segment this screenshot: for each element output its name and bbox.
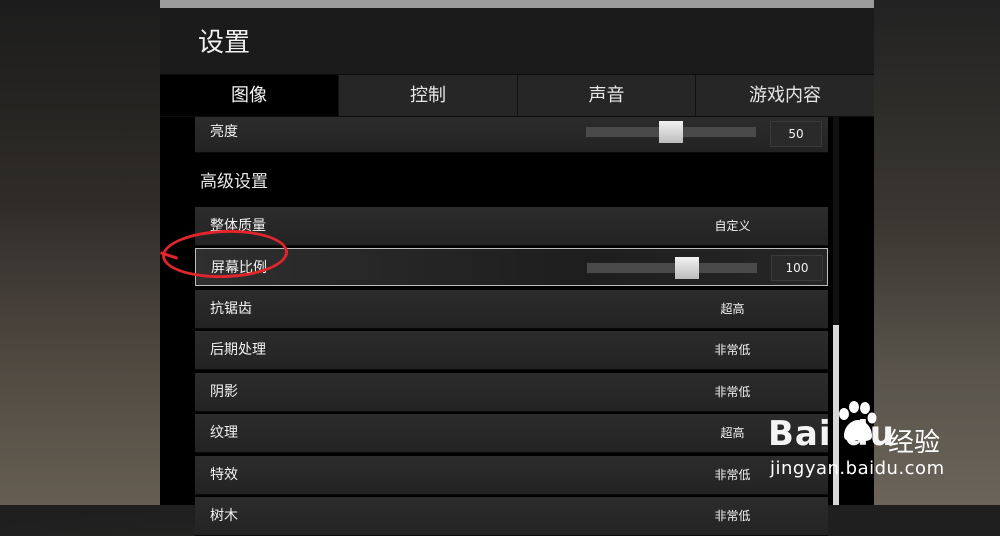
setting-row-brightness[interactable]: 亮度 50: [195, 117, 828, 153]
title-bar: 设置: [160, 8, 874, 74]
setting-row-foliage[interactable]: 树木 非常低: [195, 497, 828, 536]
setting-label: 纹理: [210, 425, 238, 441]
background-left: [0, 0, 160, 505]
setting-value[interactable]: 超高: [635, 290, 830, 328]
scrollbar-track[interactable]: [833, 117, 839, 326]
screen-scale-slider[interactable]: [587, 257, 757, 279]
setting-row-effects[interactable]: 特效 非常低: [195, 456, 828, 495]
tab-graphics[interactable]: 图像: [160, 75, 339, 116]
brightness-slider[interactable]: [586, 121, 756, 143]
setting-label: 阴影: [210, 384, 238, 400]
page-title: 设置: [198, 28, 251, 58]
baidu-watermark: Bai du 经验 jingyan.baidu.com: [768, 400, 998, 490]
slider-thumb[interactable]: [675, 257, 699, 279]
setting-label: 特效: [210, 467, 238, 483]
screen-scale-value-box[interactable]: 100: [771, 255, 823, 281]
section-title-advanced: 高级设置: [200, 172, 268, 192]
slider-thumb[interactable]: [659, 121, 683, 143]
setting-row-antialiasing[interactable]: 抗锯齿 超高: [195, 290, 828, 329]
brightness-value-box[interactable]: 50: [770, 121, 822, 147]
watermark-suffix: 经验: [888, 428, 941, 458]
setting-row-screen-scale[interactable]: 屏幕比例 100: [195, 248, 828, 286]
watermark-brand: Bai du: [768, 414, 895, 454]
tab-sound[interactable]: 声音: [518, 75, 696, 116]
tab-bar: 图像 控制 声音 游戏内容: [160, 75, 874, 117]
setting-label: 树木: [210, 508, 238, 524]
setting-label: 亮度: [210, 124, 238, 140]
tab-gameplay[interactable]: 游戏内容: [696, 75, 874, 116]
watermark-url: jingyan.baidu.com: [770, 458, 945, 479]
top-strip: [160, 0, 874, 8]
setting-value[interactable]: 非常低: [635, 497, 830, 535]
setting-value[interactable]: 非常低: [635, 331, 830, 369]
setting-row-post-processing[interactable]: 后期处理 非常低: [195, 331, 828, 370]
tab-controls[interactable]: 控制: [339, 75, 518, 116]
setting-row-overall-quality[interactable]: 整体质量 自定义: [195, 207, 828, 246]
setting-label: 后期处理: [210, 342, 266, 358]
setting-row-textures[interactable]: 纹理 超高: [195, 414, 828, 453]
settings-content: 亮度 50 高级设置 整体质量 自定义 屏幕比例 100 抗锯齿 超高 后期处理…: [160, 117, 874, 536]
setting-label: 抗锯齿: [210, 301, 252, 317]
setting-value[interactable]: 自定义: [635, 207, 830, 245]
setting-row-shadows[interactable]: 阴影 非常低: [195, 373, 828, 412]
